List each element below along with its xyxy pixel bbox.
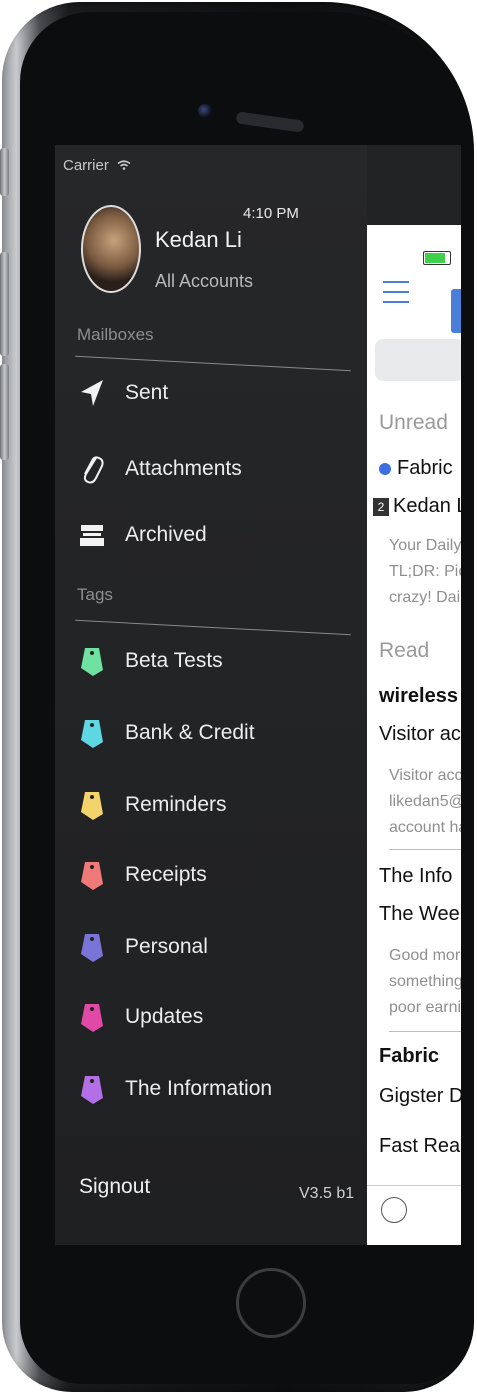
message-preview: Good mor xyxy=(389,947,461,964)
section-mailboxes: Mailboxes xyxy=(77,325,154,344)
message-subject[interactable]: The Wee xyxy=(379,903,460,926)
side-drawer: Carrier 4:10 PM Kedan Li All Accounts Ma… xyxy=(55,145,367,1245)
front-camera xyxy=(198,104,212,118)
message-subject[interactable]: 2Kedan Li xyxy=(373,495,461,518)
search-input[interactable] xyxy=(375,339,461,381)
thread-count-badge: 2 xyxy=(373,497,389,516)
mailbox-item-archived[interactable]: Archived xyxy=(77,515,357,555)
tag-label: Receipts xyxy=(125,863,207,886)
tag-icon xyxy=(77,1072,107,1106)
mute-switch xyxy=(0,148,9,196)
message-subject[interactable]: Gigster D xyxy=(379,1085,461,1108)
tag-label: Reminders xyxy=(125,793,227,816)
section-read: Read xyxy=(379,639,430,662)
tag-item-reminders[interactable]: Reminders xyxy=(77,785,357,825)
paperclip-icon xyxy=(77,452,107,486)
carrier-label: Carrier xyxy=(63,157,109,174)
tag-label: Personal xyxy=(125,935,208,958)
home-button[interactable] xyxy=(236,1268,306,1338)
message-preview: likedan5@ xyxy=(389,793,461,810)
tag-item-personal[interactable]: Personal xyxy=(77,927,357,967)
message-preview: poor earni xyxy=(389,999,461,1016)
status-time: 4:10 PM xyxy=(243,205,299,222)
message-preview: something xyxy=(389,973,461,990)
compose-button[interactable] xyxy=(451,289,461,333)
tag-icon xyxy=(77,788,107,822)
tag-label: Bank & Credit xyxy=(125,721,255,744)
section-tags: Tags xyxy=(77,585,113,604)
divider xyxy=(75,619,351,636)
phone-screen: Carrier 4:10 PM Kedan Li All Accounts Ma… xyxy=(55,145,461,1245)
mailbox-item-sent[interactable]: Sent xyxy=(77,373,357,413)
tag-item-the-information[interactable]: The Information xyxy=(77,1069,357,1109)
mailbox-item-attachments[interactable]: Attachments xyxy=(77,449,357,489)
message-preview: Visitor acc xyxy=(389,767,461,784)
volume-up-button xyxy=(0,252,9,356)
mailbox-label: Attachments xyxy=(125,457,242,480)
tag-label: The Information xyxy=(125,1077,273,1100)
tag-item-updates[interactable]: Updates xyxy=(77,997,357,1037)
volume-down-button xyxy=(0,364,9,460)
tag-item-beta-tests[interactable]: Beta Tests xyxy=(77,641,357,681)
menu-icon[interactable] xyxy=(383,281,409,311)
message-sender[interactable]: Fast Read xyxy=(379,1135,461,1158)
tag-icon xyxy=(77,1000,107,1034)
tag-icon xyxy=(77,644,107,678)
tag-item-bank-credit[interactable]: Bank & Credit xyxy=(77,713,357,753)
unread-dot-icon xyxy=(379,462,391,475)
message-subject[interactable]: Visitor ac xyxy=(379,723,461,746)
tag-icon xyxy=(77,858,107,892)
divider xyxy=(389,849,461,850)
mailbox-label: Sent xyxy=(125,381,169,404)
toolbar-divider xyxy=(367,1185,461,1186)
signout-button[interactable]: Signout xyxy=(79,1175,150,1199)
message-list-panel: Unread Fabric 2Kedan Li Your Daily TL;DR… xyxy=(367,225,461,1245)
divider xyxy=(389,1031,461,1032)
section-unread: Unread xyxy=(379,411,448,434)
tag-icon xyxy=(77,716,107,750)
tag-icon xyxy=(77,930,107,964)
list-menu-icon[interactable] xyxy=(381,1197,407,1223)
archive-icon xyxy=(77,518,107,552)
send-icon xyxy=(77,376,107,410)
message-sender[interactable]: Fabric xyxy=(379,1045,439,1068)
message-preview: crazy! Dai xyxy=(389,589,461,606)
message-sender[interactable]: wireless xyxy=(379,685,458,708)
account-selector[interactable]: All Accounts xyxy=(155,271,253,292)
message-sender[interactable]: Fabric xyxy=(379,457,453,480)
tag-label: Updates xyxy=(125,1005,204,1028)
mailbox-label: Archived xyxy=(125,523,207,546)
version-label: V3.5 b1 xyxy=(299,1185,355,1202)
message-sender[interactable]: The Info xyxy=(379,865,452,888)
message-preview: TL;DR: Pic xyxy=(389,563,461,580)
avatar[interactable] xyxy=(81,205,141,293)
tag-label: Beta Tests xyxy=(125,649,223,672)
tag-item-receipts[interactable]: Receipts xyxy=(77,855,357,895)
status-bar: Carrier xyxy=(63,157,131,174)
message-preview: account ha xyxy=(389,819,461,836)
battery-icon xyxy=(423,251,451,265)
divider xyxy=(75,355,351,372)
user-name[interactable]: Kedan Li xyxy=(155,227,242,253)
message-preview: Your Daily xyxy=(389,537,461,554)
wifi-icon xyxy=(117,160,131,170)
